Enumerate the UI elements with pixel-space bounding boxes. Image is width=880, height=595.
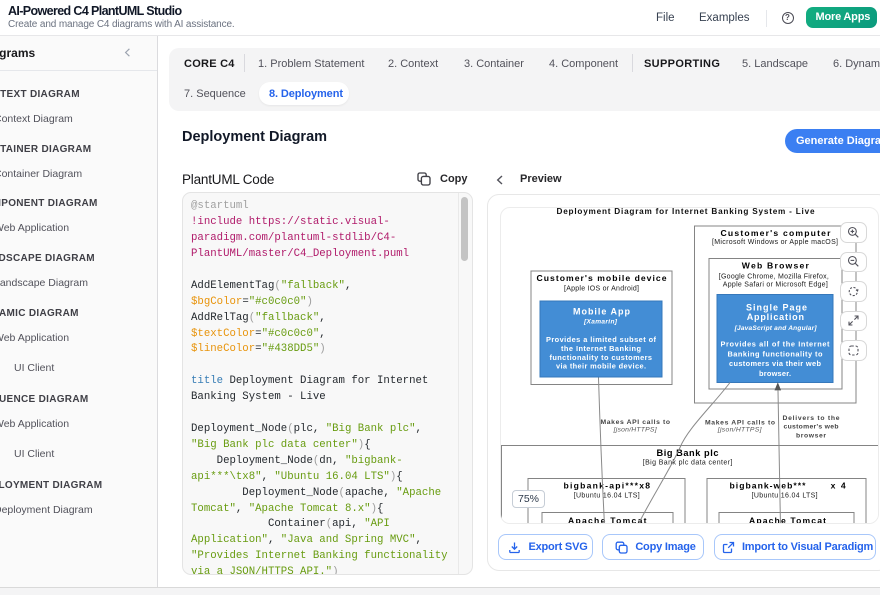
svg-text:Makes API calls to: Makes API calls to: [705, 420, 775, 427]
svg-text:customer's web: customer's web: [783, 424, 838, 431]
svg-text:[json/HTTPS]: [json/HTTPS]: [612, 427, 657, 434]
svg-text:Apache Tomcat: Apache Tomcat: [568, 516, 647, 524]
svg-text:[Xamarin]: [Xamarin]: [583, 319, 618, 326]
svg-text:via their mobile device.: via their mobile device.: [556, 361, 646, 370]
svg-text:[Ubuntu 16.04 LTS]: [Ubuntu 16.04 LTS]: [573, 493, 639, 500]
svg-text:Apple Safari or Microsoft Edge: Apple Safari or Microsoft Edge]: [722, 282, 827, 289]
svg-text:Big Bank plc: Big Bank plc: [656, 448, 718, 458]
svg-text:Customer's mobile device: Customer's mobile device: [536, 273, 666, 283]
svg-text:Banking functionality to: Banking functionality to: [727, 350, 822, 359]
svg-text:browser.: browser.: [759, 369, 791, 378]
svg-text:Apache Tomcat: Apache Tomcat: [749, 516, 826, 524]
svg-text:[Microsoft Windows or Apple ma: [Microsoft Windows or Apple macOS]: [712, 239, 838, 246]
svg-text:bigbank-web***: bigbank-web***: [729, 481, 806, 491]
svg-text:[json/HTTPS]: [json/HTTPS]: [716, 427, 762, 434]
svg-text:Application: Application: [746, 312, 803, 322]
svg-text:Provides a limited subset of: Provides a limited subset of: [546, 335, 657, 344]
svg-text:Single Page: Single Page: [746, 303, 807, 313]
svg-text:Customer's computer: Customer's computer: [720, 228, 831, 238]
svg-text:[Google Chrome, Mozilla Firefo: [Google Chrome, Mozilla Firefox,: [718, 274, 828, 281]
svg-text:Delivers to the: Delivers to the: [782, 415, 839, 422]
svg-text:Provides all of the Internet: Provides all of the Internet: [720, 340, 830, 349]
svg-text:Mobile App: Mobile App: [573, 307, 631, 317]
svg-text:[JavaScript and Angular]: [JavaScript and Angular]: [733, 325, 817, 332]
svg-text:browser: browser: [796, 433, 826, 440]
svg-text:Web Browser: Web Browser: [741, 260, 809, 270]
svg-text:[Big Bank plc data center]: [Big Bank plc data center]: [642, 460, 732, 467]
svg-text:the Internet Banking: the Internet Banking: [561, 344, 641, 353]
svg-text:customers via their web: customers via their web: [729, 359, 821, 368]
svg-text:[Apple IOS or Android]: [Apple IOS or Android]: [564, 286, 639, 293]
svg-text:Makes API calls to: Makes API calls to: [600, 419, 670, 426]
svg-text:bigbank-api***x8: bigbank-api***x8: [563, 481, 650, 491]
svg-text:Deployment Diagram for Interne: Deployment Diagram for Internet Banking …: [556, 207, 814, 216]
svg-text:[Ubuntu 16.04 LTS]: [Ubuntu 16.04 LTS]: [751, 493, 817, 500]
